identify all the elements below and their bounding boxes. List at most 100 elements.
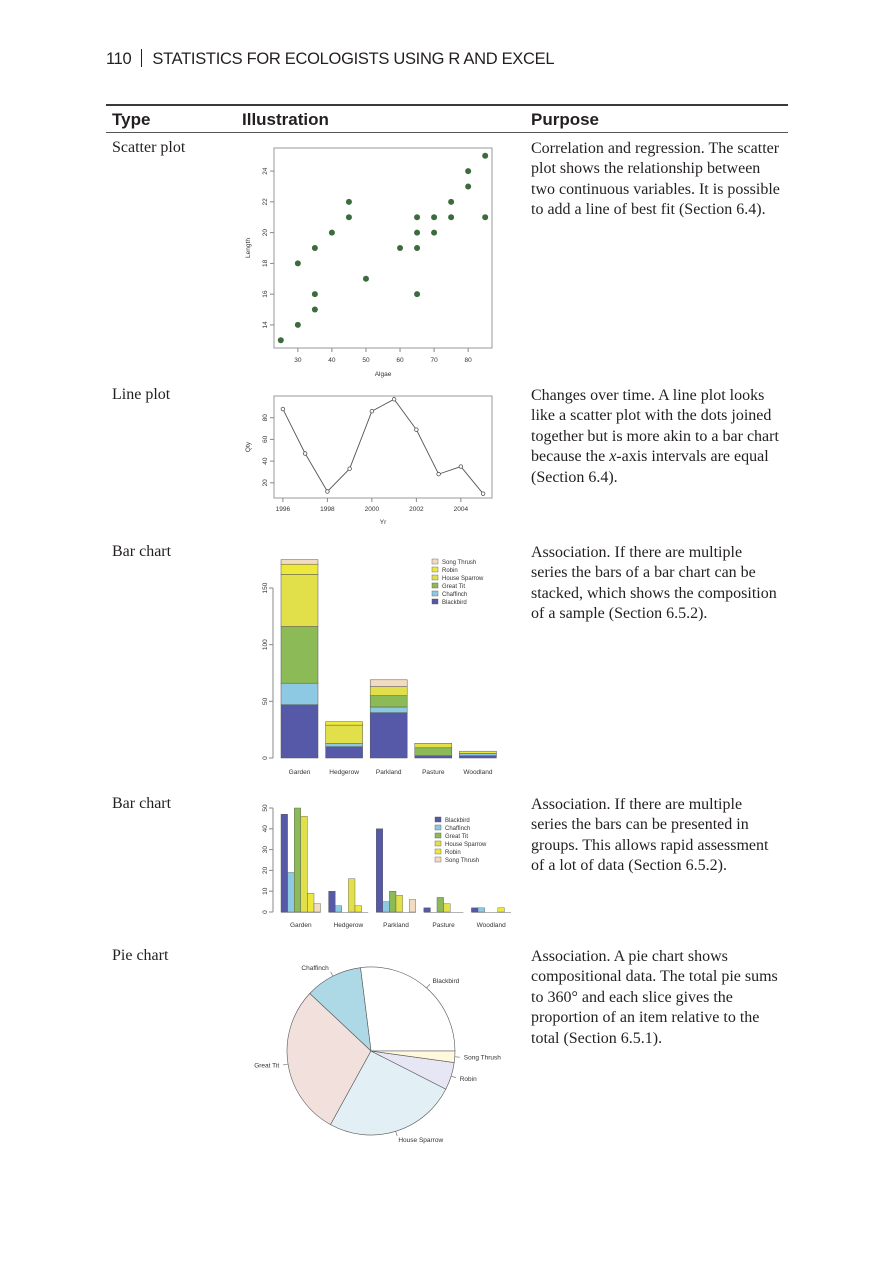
bar bbox=[334, 905, 342, 913]
y-tick-label: 20 bbox=[262, 866, 269, 874]
legend-swatch bbox=[434, 832, 442, 839]
scatter-plot: 30 40 50 60 70 80 14 16 18 20 22 24 Algae Length bbox=[242, 142, 504, 378]
bar-segment bbox=[459, 753, 497, 756]
plot-frame bbox=[273, 147, 493, 349]
bar bbox=[389, 890, 397, 913]
legend-label: Blackbird bbox=[445, 818, 470, 824]
column-header-purpose: Purpose bbox=[531, 110, 600, 129]
type-label-grouped-bar: Bar chart bbox=[112, 795, 172, 812]
grouped-bar-chart: 0 10 20 30 40 50 Garden Hedgerow Parkland Pasture… bbox=[245, 798, 517, 934]
legend-label: Chaffinch bbox=[442, 592, 467, 598]
bar bbox=[443, 903, 451, 913]
data-point bbox=[431, 229, 438, 236]
data-point bbox=[347, 466, 352, 471]
bar-segment bbox=[280, 682, 319, 705]
y-tick-label: 0 bbox=[262, 910, 269, 914]
y-tick-label: 20 bbox=[262, 479, 269, 487]
type-label-scatter: Scatter plot bbox=[112, 139, 186, 156]
x-axis-label: Algae bbox=[375, 371, 392, 378]
data-point bbox=[448, 214, 455, 221]
line-plot: 1996 1998 2000 2002 2004 20 40 60 80 Yr Qty bbox=[242, 390, 508, 528]
x-tick-label: 1996 bbox=[276, 506, 291, 513]
x-axis-label: Yr bbox=[380, 519, 387, 526]
bar bbox=[375, 828, 383, 913]
bar-segment bbox=[369, 712, 408, 759]
y-tick-label: 80 bbox=[262, 414, 269, 422]
pie-leader-line bbox=[330, 971, 334, 977]
legend-label: House Sparrow bbox=[442, 576, 484, 582]
bar bbox=[436, 897, 444, 913]
data-point bbox=[302, 451, 308, 456]
bar-segment bbox=[280, 563, 319, 575]
bar-segment bbox=[414, 755, 453, 759]
data-point bbox=[436, 471, 441, 477]
data-point bbox=[311, 291, 318, 298]
bar-segment bbox=[325, 721, 363, 726]
bar bbox=[294, 807, 302, 913]
page-number: 110 bbox=[106, 50, 132, 68]
bar-segment bbox=[280, 626, 319, 684]
x-tick-label: 60 bbox=[396, 357, 404, 364]
x-tick-label: Hedgerow bbox=[329, 769, 359, 776]
data-point bbox=[311, 245, 318, 251]
bar bbox=[395, 895, 403, 913]
x-tick-label: 70 bbox=[430, 357, 438, 364]
y-tick-label: 24 bbox=[262, 167, 269, 175]
data-point bbox=[391, 397, 397, 402]
bar-segment bbox=[414, 743, 453, 749]
x-tick-label: Garden bbox=[289, 769, 311, 776]
bar bbox=[313, 903, 321, 913]
bar bbox=[382, 901, 390, 913]
data-point bbox=[280, 406, 286, 412]
bar-segment bbox=[325, 724, 363, 744]
y-tick-label: 14 bbox=[262, 321, 269, 329]
pie-label: Chaffinch bbox=[301, 965, 329, 972]
bar bbox=[497, 907, 505, 913]
book-title: STATISTICS FOR ECOLOGISTS USING R AND EX… bbox=[152, 50, 555, 68]
x-tick-label: Pasture bbox=[432, 922, 455, 929]
data-point bbox=[482, 214, 489, 221]
column-header-illustration: Illustration bbox=[242, 110, 329, 129]
bar-segment bbox=[325, 743, 363, 747]
x-tick-label: 2000 bbox=[365, 506, 380, 513]
bar-segment bbox=[369, 695, 408, 708]
y-tick-label: 16 bbox=[262, 290, 269, 298]
pie-label: Robin bbox=[460, 1076, 477, 1083]
pie-leader-line bbox=[395, 1131, 398, 1137]
legend-swatch bbox=[434, 856, 442, 863]
x-tick-label: 40 bbox=[328, 357, 336, 364]
y-tick-label: 0 bbox=[262, 756, 269, 760]
y-tick-label: 150 bbox=[262, 582, 269, 593]
y-tick-label: 40 bbox=[262, 457, 269, 465]
data-point bbox=[294, 260, 301, 267]
type-label-pie: Pie chart bbox=[112, 947, 169, 964]
legend-label: House Sparrow bbox=[445, 842, 487, 848]
bar-segment bbox=[369, 706, 408, 713]
y-tick-label: 100 bbox=[262, 639, 269, 650]
bar bbox=[307, 893, 315, 913]
data-point bbox=[414, 214, 421, 221]
bar-segment bbox=[369, 679, 408, 687]
data-point bbox=[465, 183, 472, 190]
x-tick-label: Pasture bbox=[422, 769, 445, 776]
bar-segment bbox=[414, 747, 453, 756]
x-tick-label: 80 bbox=[465, 357, 473, 364]
legend-label: Blackbird bbox=[442, 600, 467, 606]
legend-swatch bbox=[434, 824, 442, 831]
plot-frame bbox=[273, 395, 493, 499]
bar bbox=[348, 878, 356, 913]
x-tick-label: 30 bbox=[294, 357, 302, 364]
bar bbox=[328, 890, 336, 913]
data-point bbox=[465, 168, 472, 175]
x-tick-label: 2002 bbox=[409, 506, 424, 513]
bar-segment bbox=[280, 704, 319, 759]
x-tick-label: Hedgerow bbox=[334, 922, 364, 929]
data-point bbox=[414, 245, 421, 251]
data-point bbox=[397, 245, 404, 251]
bar-segment bbox=[280, 574, 319, 627]
y-tick-label: 22 bbox=[262, 198, 269, 206]
purpose-line: Changes over time. A line plot looks lik… bbox=[531, 386, 781, 488]
bar-segment bbox=[325, 746, 363, 759]
pie-label: Song Thrush bbox=[464, 1054, 501, 1061]
legend-swatch bbox=[431, 598, 439, 605]
